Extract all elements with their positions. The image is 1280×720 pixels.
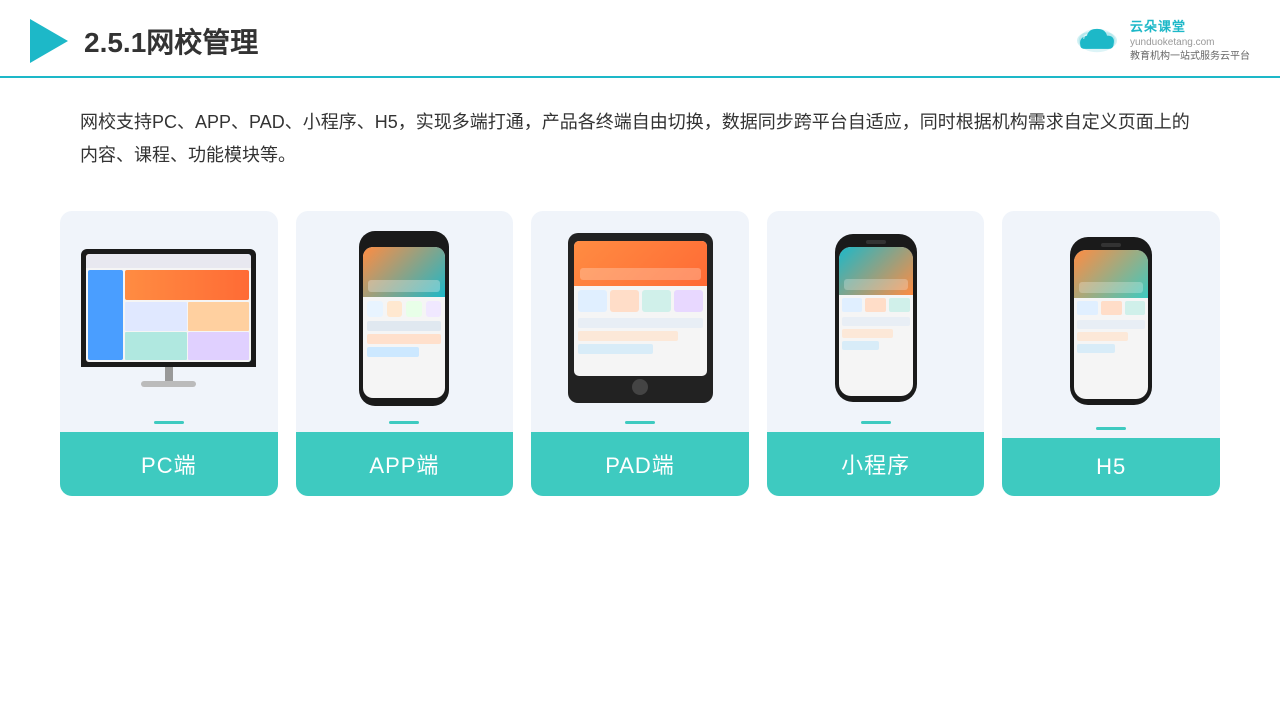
page-title: 2.5.1网校管理 (84, 21, 258, 61)
logo-area: 云朵课堂 yunduoketang.com 教育机构一站式服务云平台 (1072, 18, 1250, 64)
play-icon (30, 19, 68, 63)
card-pc: PC端 (60, 211, 278, 496)
card-h5-label: H5 (1002, 438, 1220, 496)
card-app-image (296, 211, 514, 421)
card-h5: H5 (1002, 211, 1220, 496)
card-pc-image (60, 211, 278, 421)
card-app: APP端 (296, 211, 514, 496)
card-app-indicator (389, 421, 419, 424)
card-pc-indicator (154, 421, 184, 424)
card-pad-label: PAD端 (531, 432, 749, 496)
cards-container: PC端 (0, 181, 1280, 496)
logo-text: 云朵课堂 yunduoketang.com 教育机构一站式服务云平台 (1130, 18, 1250, 64)
header: 2.5.1网校管理 云朵课堂 yunduoketang.com 教育机构一站式服… (0, 0, 1280, 78)
pc-monitor-mockup (81, 249, 256, 387)
card-miniprogram: 小程序 (767, 211, 985, 496)
logo-svg-icon (1072, 22, 1122, 60)
description-paragraph: 网校支持PC、APP、PAD、小程序、H5，实现多端打通，产品各终端自由切换，数… (80, 106, 1200, 171)
card-pad-indicator (625, 421, 655, 424)
card-pad-image (531, 211, 749, 421)
card-h5-indicator (1096, 427, 1126, 430)
card-pad: PAD端 (531, 211, 749, 496)
logo-url: yunduoketang.com (1130, 36, 1250, 50)
phone-mini-mockup (835, 234, 917, 402)
card-pc-label: PC端 (60, 432, 278, 496)
card-app-label: APP端 (296, 432, 514, 496)
phone-h5-mockup (1070, 237, 1152, 405)
phone-app-mockup (359, 231, 449, 406)
card-miniprogram-label: 小程序 (767, 432, 985, 496)
card-mini-indicator (861, 421, 891, 424)
card-h5-image (1002, 211, 1220, 427)
logo-tagline: 教育机构一站式服务云平台 (1130, 50, 1250, 64)
logo-name: 云朵课堂 (1130, 18, 1250, 36)
card-miniprogram-image (767, 211, 985, 421)
tablet-mockup (568, 233, 713, 403)
description-text: 网校支持PC、APP、PAD、小程序、H5，实现多端打通，产品各终端自由切换，数… (0, 78, 1280, 181)
header-left: 2.5.1网校管理 (30, 19, 258, 63)
